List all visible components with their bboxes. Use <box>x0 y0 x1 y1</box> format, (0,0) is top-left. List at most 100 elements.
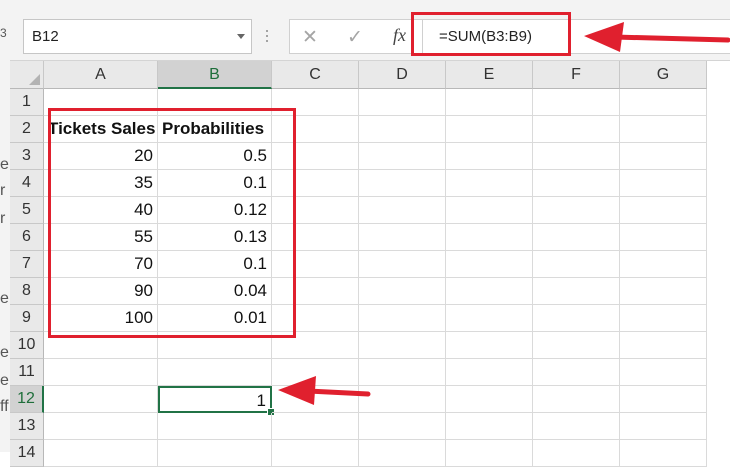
row-header-5[interactable]: 5 <box>10 197 44 224</box>
cell-d10[interactable] <box>359 332 446 359</box>
cell-f3[interactable] <box>533 143 620 170</box>
row-header-12[interactable]: 12 <box>10 386 44 413</box>
cell-f2[interactable] <box>533 116 620 143</box>
cell-d3[interactable] <box>359 143 446 170</box>
row-header-4[interactable]: 4 <box>10 170 44 197</box>
cell-e13[interactable] <box>446 413 533 440</box>
cell-g11[interactable] <box>620 359 707 386</box>
column-header-d[interactable]: D <box>359 61 446 89</box>
cell-f1[interactable] <box>533 89 620 116</box>
select-all-button[interactable] <box>10 61 44 89</box>
row-header-14[interactable]: 14 <box>10 440 44 467</box>
cell-e7[interactable] <box>446 251 533 278</box>
cell-a13[interactable] <box>44 413 158 440</box>
cell-e5[interactable] <box>446 197 533 224</box>
data-range-highlight-box <box>48 108 296 338</box>
column-header-f[interactable]: F <box>533 61 620 89</box>
chevron-down-icon[interactable] <box>237 34 245 39</box>
column-header-b[interactable]: B <box>158 61 272 89</box>
cell-g4[interactable] <box>620 170 707 197</box>
name-box[interactable]: B12 <box>23 19 252 54</box>
cell-g10[interactable] <box>620 332 707 359</box>
cell-d2[interactable] <box>359 116 446 143</box>
cell-f7[interactable] <box>533 251 620 278</box>
cell-a11[interactable] <box>44 359 158 386</box>
cell-e10[interactable] <box>446 332 533 359</box>
name-box-value: B12 <box>32 28 59 45</box>
cell-e6[interactable] <box>446 224 533 251</box>
cell-g7[interactable] <box>620 251 707 278</box>
row-header-13[interactable]: 13 <box>10 413 44 440</box>
spreadsheet-window: 3 e r r e e e ff B12 ✕ ✓ fx =SUM(B3:B9) … <box>0 0 730 467</box>
cell-f13[interactable] <box>533 413 620 440</box>
cell-b13[interactable] <box>158 413 272 440</box>
cell-g14[interactable] <box>620 440 707 467</box>
cell-e4[interactable] <box>446 170 533 197</box>
cell-e11[interactable] <box>446 359 533 386</box>
cell-e8[interactable] <box>446 278 533 305</box>
cell-g5[interactable] <box>620 197 707 224</box>
insert-function-icon[interactable]: fx <box>393 25 406 46</box>
row-header-7[interactable]: 7 <box>10 251 44 278</box>
cell-d5[interactable] <box>359 197 446 224</box>
cell-d14[interactable] <box>359 440 446 467</box>
edge-glyph: r <box>0 210 6 227</box>
cell-f10[interactable] <box>533 332 620 359</box>
cell-f9[interactable] <box>533 305 620 332</box>
cell-d7[interactable] <box>359 251 446 278</box>
cell-g8[interactable] <box>620 278 707 305</box>
edge-glyph: e <box>0 372 9 389</box>
cell-d13[interactable] <box>359 413 446 440</box>
cell-g2[interactable] <box>620 116 707 143</box>
cell-d8[interactable] <box>359 278 446 305</box>
cell-f8[interactable] <box>533 278 620 305</box>
cell-b11[interactable] <box>158 359 272 386</box>
cell-g6[interactable] <box>620 224 707 251</box>
cell-g9[interactable] <box>620 305 707 332</box>
cell-f11[interactable] <box>533 359 620 386</box>
column-header-a[interactable]: A <box>44 61 158 89</box>
cell-e9[interactable] <box>446 305 533 332</box>
cell-f12[interactable] <box>533 386 620 413</box>
row-header-2[interactable]: 2 <box>10 116 44 143</box>
row-header-3[interactable]: 3 <box>10 143 44 170</box>
edge-glyph: 3 <box>0 26 7 40</box>
cell-a12[interactable] <box>44 386 158 413</box>
formula-highlight-box <box>411 12 571 56</box>
cell-b12[interactable]: 1 <box>158 386 272 413</box>
cell-d6[interactable] <box>359 224 446 251</box>
column-header-e[interactable]: E <box>446 61 533 89</box>
drag-handle-icon[interactable] <box>266 30 268 44</box>
column-header-g[interactable]: G <box>620 61 707 89</box>
cell-f14[interactable] <box>533 440 620 467</box>
cell-b14[interactable] <box>158 440 272 467</box>
row-header-6[interactable]: 6 <box>10 224 44 251</box>
cell-d1[interactable] <box>359 89 446 116</box>
enter-icon[interactable]: ✓ <box>347 26 363 49</box>
cell-f5[interactable] <box>533 197 620 224</box>
cell-g3[interactable] <box>620 143 707 170</box>
cell-d4[interactable] <box>359 170 446 197</box>
cancel-icon[interactable]: ✕ <box>302 26 318 49</box>
cell-e14[interactable] <box>446 440 533 467</box>
cell-c14[interactable] <box>272 440 359 467</box>
cell-d9[interactable] <box>359 305 446 332</box>
row-header-11[interactable]: 11 <box>10 359 44 386</box>
cell-e1[interactable] <box>446 89 533 116</box>
cell-g13[interactable] <box>620 413 707 440</box>
cell-f4[interactable] <box>533 170 620 197</box>
row-header-1[interactable]: 1 <box>10 89 44 116</box>
cell-e3[interactable] <box>446 143 533 170</box>
cell-f6[interactable] <box>533 224 620 251</box>
cell-g12[interactable] <box>620 386 707 413</box>
cell-e12[interactable] <box>446 386 533 413</box>
column-header-c[interactable]: C <box>272 61 359 89</box>
row-header-8[interactable]: 8 <box>10 278 44 305</box>
row-header-10[interactable]: 10 <box>10 332 44 359</box>
cell-e2[interactable] <box>446 116 533 143</box>
cell-a14[interactable] <box>44 440 158 467</box>
cell-g1[interactable] <box>620 89 707 116</box>
row-header-9[interactable]: 9 <box>10 305 44 332</box>
formula-arrow-icon <box>584 22 730 52</box>
cell-c13[interactable] <box>272 413 359 440</box>
